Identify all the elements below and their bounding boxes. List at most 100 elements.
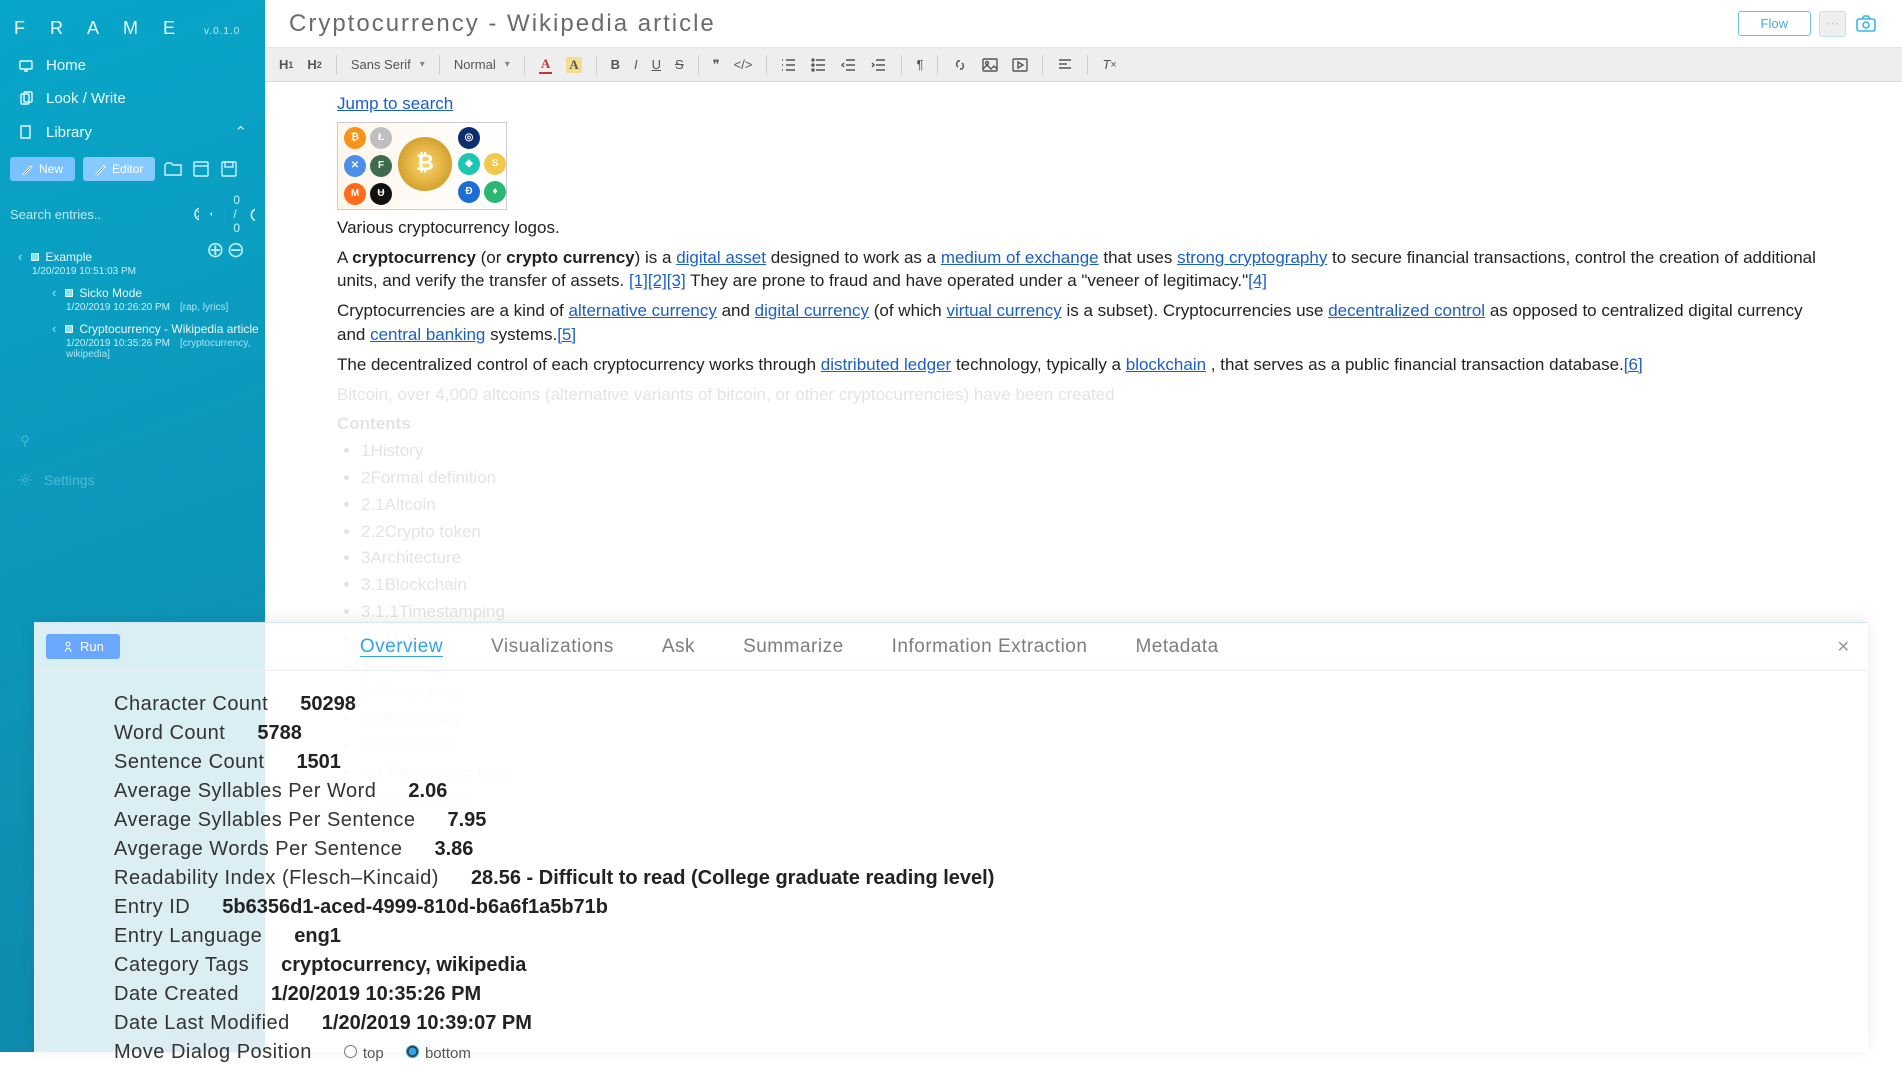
sidebar-lower: Settings	[0, 422, 265, 500]
link-ref4[interactable]: [4]	[1248, 271, 1267, 290]
clear-icon[interactable]	[194, 207, 199, 221]
bold-button[interactable]: B	[607, 54, 624, 75]
h1-button[interactable]: H1	[275, 54, 297, 75]
italic-button[interactable]: I	[630, 54, 642, 75]
nav-library-label: Library	[46, 124, 92, 141]
dialog-header: Run Overview Visualizations Ask Summariz…	[34, 623, 1868, 671]
quote-button[interactable]: ❞	[709, 54, 724, 76]
link-strong-cryptography[interactable]: strong cryptography	[1177, 248, 1327, 267]
run-button[interactable]: Run	[46, 634, 120, 659]
link-distributed-ledger[interactable]: distributed ledger	[821, 355, 951, 374]
clear-format-button[interactable]: T×	[1098, 54, 1120, 75]
link-central-banking[interactable]: central banking	[370, 325, 485, 344]
chevron-up-icon: ⌃	[234, 123, 247, 141]
sidebar-search: 0 / 0	[0, 189, 265, 239]
tab-summarize[interactable]: Summarize	[743, 636, 844, 658]
edit-icon	[95, 164, 106, 175]
link-digital-currency[interactable]: digital currency	[755, 301, 869, 320]
row-readability: Readability Index (Flesch–Kincaid)28.56 …	[114, 867, 1848, 890]
app-name: F R A M E	[14, 18, 185, 38]
link-virtual-currency[interactable]: virtual currency	[946, 301, 1061, 320]
nav-look-write[interactable]: Look / Write	[0, 82, 265, 115]
nav-home-label: Home	[46, 57, 86, 74]
row-character-count: Character Count50298	[114, 693, 1848, 716]
link-button[interactable]	[948, 54, 972, 76]
sidebar-pin-item[interactable]	[0, 422, 265, 460]
add-entry-icon[interactable]: ⊕	[206, 241, 224, 259]
jump-to-search-link[interactable]: Jump to search	[337, 94, 453, 113]
tree-child-1[interactable]: ‹Cryptocurrency - Wikipedia article 1/20…	[52, 321, 261, 360]
new-button[interactable]: New	[10, 157, 75, 181]
ol-button[interactable]	[777, 54, 801, 76]
dialog-tabs: Overview Visualizations Ask Summarize In…	[360, 636, 1219, 658]
chevron-left-icon[interactable]	[207, 207, 212, 221]
tab-overview[interactable]: Overview	[360, 636, 443, 658]
tree-child-label: Sicko Mode	[79, 286, 142, 300]
link-digital-asset[interactable]: digital asset	[676, 248, 766, 267]
link-ref2[interactable]: [2]	[648, 271, 667, 290]
direction-button[interactable]: ¶	[912, 54, 927, 75]
tab-ask[interactable]: Ask	[662, 636, 695, 658]
strike-button[interactable]: S	[671, 54, 688, 75]
nav-home[interactable]: Home	[0, 49, 265, 82]
indent-button[interactable]	[867, 54, 891, 76]
link-ref6[interactable]: [6]	[1624, 355, 1643, 374]
run-button-label: Run	[80, 639, 104, 654]
text-color-button[interactable]: A	[535, 53, 556, 77]
video-button[interactable]	[1008, 54, 1032, 76]
folder-open-icon[interactable]	[163, 159, 183, 179]
archive-icon[interactable]	[191, 159, 211, 179]
nav-library[interactable]: Library ⌃	[0, 115, 265, 149]
link-medium-of-exchange[interactable]: medium of exchange	[941, 248, 1099, 267]
row-date-created: Date Created1/20/2019 10:35:26 PM	[114, 983, 1848, 1006]
book-icon	[18, 124, 34, 140]
more-button[interactable]: ⋯	[1819, 11, 1846, 37]
link-ref1[interactable]: [1]	[629, 271, 648, 290]
font-select[interactable]: Sans Serif	[347, 55, 429, 74]
outdent-button[interactable]	[837, 54, 861, 76]
code-button[interactable]: </>	[730, 54, 757, 75]
size-select[interactable]: Normal	[450, 55, 514, 74]
link-blockchain[interactable]: blockchain	[1126, 355, 1206, 374]
search-input[interactable]	[10, 207, 186, 222]
tree-root-label: Example	[45, 250, 92, 264]
tree-root-ts: 1/20/2019 10:51:03 PM	[32, 266, 261, 277]
row-avg-syll-sentence: Average Syllables Per Sentence7.95	[114, 809, 1848, 832]
tab-visualizations[interactable]: Visualizations	[491, 636, 614, 658]
row-avg-words-sentence: Avgerage Words Per Sentence3.86	[114, 838, 1848, 861]
sidebar-action-row: New Editor	[0, 149, 265, 189]
tree-child-tags: [rap, lyrics]	[180, 302, 228, 313]
sidebar-settings-item[interactable]: Settings	[0, 460, 265, 500]
image-button[interactable]	[978, 54, 1002, 76]
paragraph-3: The decentralized control of each crypto…	[337, 353, 1830, 377]
camera-icon[interactable]	[1854, 12, 1878, 36]
flow-button[interactable]: Flow	[1738, 11, 1811, 36]
link-decentralized-control[interactable]: decentralized control	[1328, 301, 1485, 320]
refresh-icon[interactable]	[250, 207, 255, 221]
close-icon[interactable]: ✕	[1837, 637, 1850, 657]
tree-child-0[interactable]: ‹Sicko Mode 1/20/2019 10:26:20 PM[rap, l…	[52, 285, 261, 313]
page-title: Cryptocurrency - Wikipedia article	[289, 10, 716, 38]
chevron-right-icon[interactable]	[220, 207, 225, 221]
ul-button[interactable]	[807, 54, 831, 76]
analysis-dialog: Run Overview Visualizations Ask Summariz…	[34, 622, 1868, 1052]
editor-toolbar: H1 H2 Sans Serif Normal A A B I U S ❞ </…	[265, 48, 1902, 82]
row-entry-language: Entry Languageeng1	[114, 925, 1848, 948]
tab-information-extraction[interactable]: Information Extraction	[892, 636, 1088, 658]
row-move-position: Move Dialog Position top bottom	[114, 1041, 1848, 1064]
tree-child-ts: 1/20/2019 10:35:26 PM	[66, 338, 170, 349]
tab-metadata[interactable]: Metadata	[1135, 636, 1218, 658]
h2-button[interactable]: H2	[303, 54, 325, 75]
image-caption: Various cryptocurrency logos.	[337, 216, 1830, 240]
app-version: v.0.1.0	[204, 26, 240, 37]
link-ref3[interactable]: [3]	[667, 271, 686, 290]
save-icon[interactable]	[219, 159, 239, 179]
underline-button[interactable]: U	[648, 54, 665, 75]
editor-button[interactable]: Editor	[83, 157, 155, 181]
link-ref5[interactable]: [5]	[557, 325, 576, 344]
align-button[interactable]	[1053, 54, 1077, 76]
highlight-button[interactable]: A	[562, 54, 585, 76]
remove-entry-icon[interactable]: ⊖	[227, 241, 245, 259]
link-alternative-currency[interactable]: alternative currency	[569, 301, 717, 320]
tree-add-remove: ⊕ ⊖	[206, 241, 245, 259]
